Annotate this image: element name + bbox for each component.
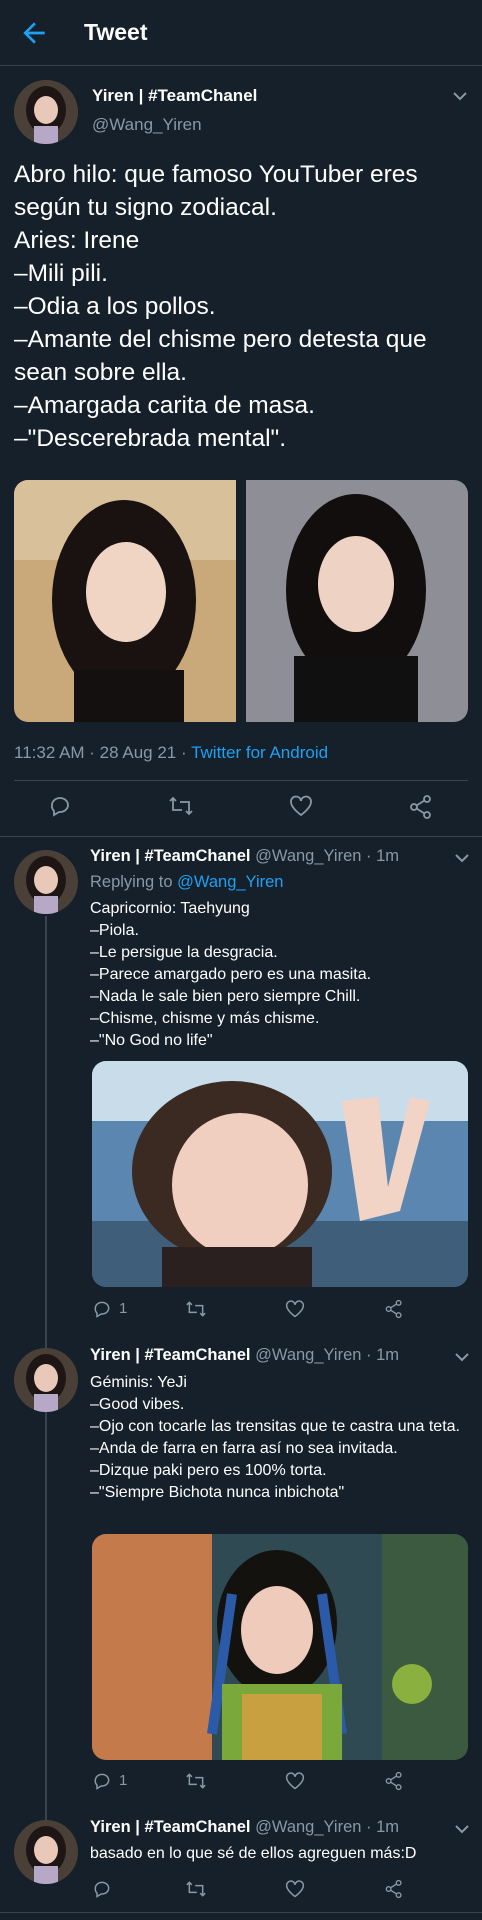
chevron-down-icon[interactable] <box>454 853 470 863</box>
reply-header: Yiren | #TeamChanel @Wang_Yiren · 1m <box>90 1818 399 1837</box>
reply-icon[interactable] <box>92 1771 112 1791</box>
timestamp: 11:32 AM · 28 Aug 21 · <box>14 743 192 762</box>
display-name[interactable]: Yiren | #TeamChanel <box>90 847 251 865</box>
divider <box>14 780 468 781</box>
avatar[interactable] <box>14 1820 78 1884</box>
reply-count: 1 <box>119 1772 128 1789</box>
handle-time[interactable]: @Wang_Yiren · 1m <box>255 847 399 865</box>
share-icon[interactable] <box>384 1298 404 1320</box>
reply-actions <box>0 1876 482 1906</box>
reply-text: Capricornio: Taehyung –Piola. –Le persig… <box>90 900 372 1049</box>
display-name[interactable]: Yiren | #TeamChanel <box>92 86 257 106</box>
retweet-icon[interactable] <box>184 1299 208 1319</box>
share-icon[interactable] <box>408 794 434 820</box>
avatar[interactable] <box>14 1348 78 1412</box>
handle[interactable]: @Wang_Yiren <box>92 115 202 135</box>
top-bar: Tweet <box>0 0 482 66</box>
replying-to-handle[interactable]: @Wang_Yiren <box>177 873 283 891</box>
retweet-icon[interactable] <box>184 1771 208 1791</box>
back-arrow-icon[interactable] <box>18 17 50 49</box>
reply-icon[interactable] <box>92 1299 112 1319</box>
like-icon[interactable] <box>288 794 314 818</box>
avatar[interactable] <box>14 80 78 144</box>
reply-text: basado en lo que sé de ellos agreguen má… <box>90 1845 417 1862</box>
like-icon[interactable] <box>284 1879 306 1899</box>
reply-icon[interactable] <box>92 1879 112 1899</box>
tweet-meta: 11:32 AM · 28 Aug 21 · Twitter for Andro… <box>14 743 328 763</box>
reply-header: Yiren | #TeamChanel @Wang_Yiren · 1m <box>90 1346 399 1365</box>
tweet-actions <box>0 790 482 830</box>
page-title: Tweet <box>84 19 148 45</box>
chevron-down-icon[interactable] <box>452 91 468 101</box>
like-icon[interactable] <box>284 1299 306 1319</box>
handle-time[interactable]: @Wang_Yiren · 1m <box>255 1346 399 1364</box>
like-icon[interactable] <box>284 1771 306 1791</box>
replying-to: Replying to @Wang_Yiren <box>90 873 284 891</box>
chevron-down-icon[interactable] <box>454 1824 470 1834</box>
media-photo-yeji[interactable] <box>92 1534 468 1760</box>
reply-actions: 1 <box>0 1296 482 1326</box>
reply-text: Géminis: YeJi –Good vibes. –Ojo con toca… <box>90 1374 460 1501</box>
chevron-down-icon[interactable] <box>454 1352 470 1362</box>
reply-header: Yiren | #TeamChanel @Wang_Yiren · 1m <box>90 847 399 866</box>
reply-icon[interactable] <box>48 794 72 818</box>
display-name[interactable]: Yiren | #TeamChanel <box>90 1346 251 1364</box>
reply-count: 1 <box>119 1300 128 1317</box>
reply-actions: 1 <box>0 1768 482 1798</box>
share-icon[interactable] <box>384 1770 404 1792</box>
source-link[interactable]: Twitter for Android <box>191 743 328 762</box>
media-photo-taehyung[interactable] <box>92 1061 468 1287</box>
display-name[interactable]: Yiren | #TeamChanel <box>90 1818 251 1836</box>
media-grid[interactable] <box>14 480 468 722</box>
retweet-icon[interactable] <box>167 794 195 818</box>
divider <box>0 836 482 837</box>
handle-time[interactable]: @Wang_Yiren · 1m <box>255 1818 399 1836</box>
share-icon[interactable] <box>384 1878 404 1900</box>
avatar[interactable] <box>14 850 78 914</box>
retweet-icon[interactable] <box>184 1879 208 1899</box>
media-photo-irene[interactable] <box>14 480 468 722</box>
tweet-text: Abro hilo: que famoso YouTuber eres segú… <box>14 161 427 452</box>
divider <box>0 1912 482 1913</box>
